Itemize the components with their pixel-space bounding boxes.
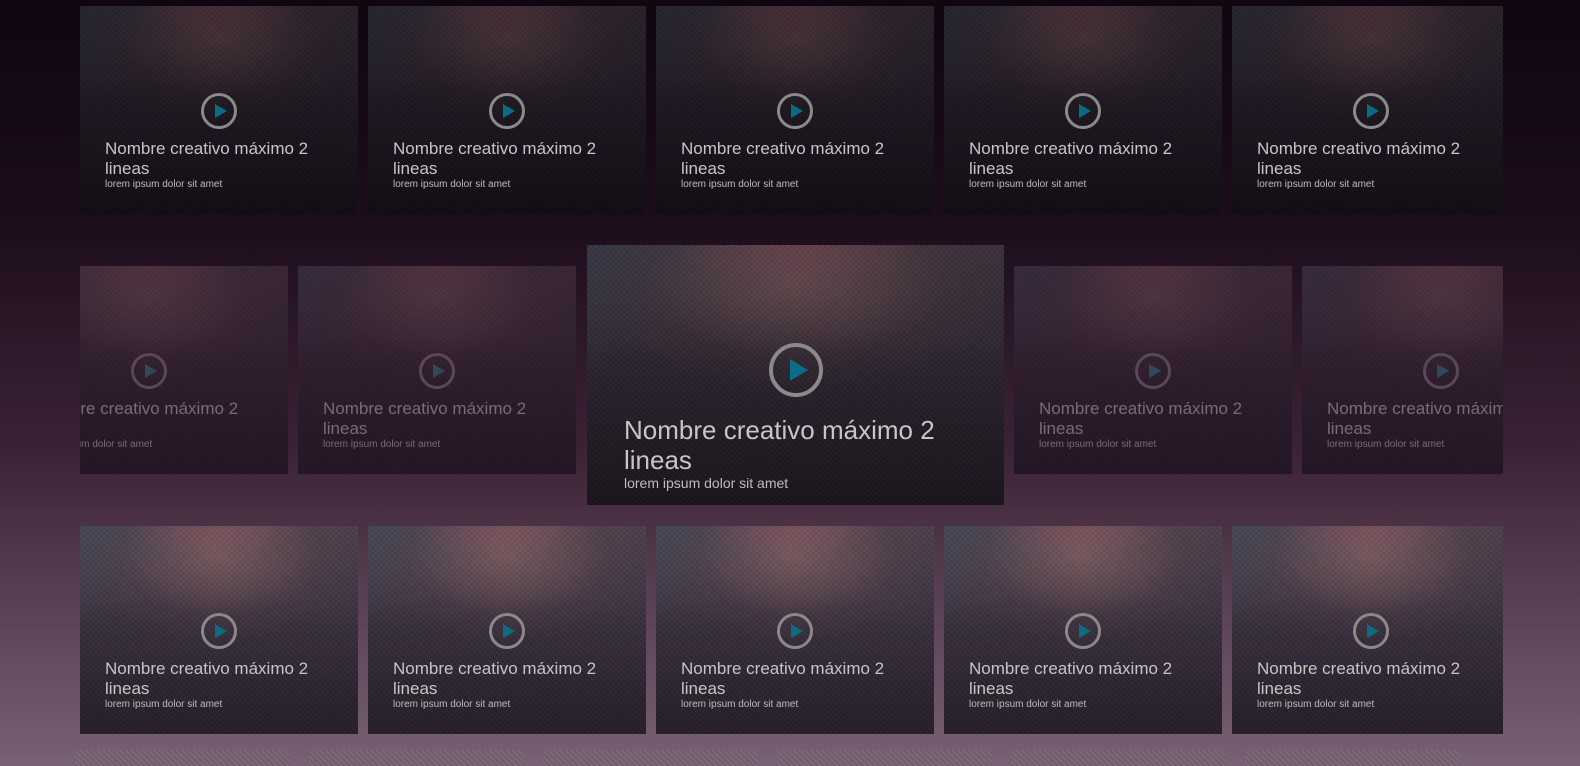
video-card[interactable]: Nombre creativo máximo 2 lineas lorem ip… [1232, 6, 1503, 214]
video-title: Nombre creativo máximo 2 lineas [1327, 399, 1503, 438]
video-title: Nombre creativo máximo 2 lineas [323, 399, 527, 438]
video-card[interactable]: Nombre creativo máximo 2 lineas lorem ip… [656, 6, 934, 214]
video-title: Nombre creativo máximo 2 lineas [105, 139, 309, 178]
video-title: Nombre creativo máximo 2 lineas [1257, 139, 1461, 178]
video-thumbnail-peek[interactable] [75, 750, 290, 766]
video-subtitle: lorem ipsum dolor sit amet [681, 699, 799, 710]
video-subtitle: lorem ipsum dolor sit amet [969, 179, 1087, 190]
play-icon[interactable] [131, 353, 167, 389]
video-thumbnail-peek[interactable] [309, 750, 524, 766]
video-card[interactable]: Nombre creativo máximo 2 lineas lorem ip… [80, 526, 358, 734]
video-row-next-peek [75, 750, 1505, 766]
video-title: Nombre creativo máximo 2 lineas [80, 399, 239, 418]
play-icon[interactable] [777, 613, 813, 649]
video-thumbnail-peek[interactable] [1011, 750, 1226, 766]
video-subtitle: lorem ipsum dolor sit amet [105, 179, 223, 190]
play-icon[interactable] [1353, 613, 1389, 649]
video-title: Nombre creativo máximo 2 lineas [105, 659, 309, 698]
video-card[interactable]: Nombre creativo máximo 2 lineas lorem ip… [656, 526, 934, 734]
video-card[interactable]: Nombre creativo máximo 2 lineas lorem ip… [944, 526, 1222, 734]
play-icon[interactable] [419, 353, 455, 389]
play-icon[interactable] [1423, 353, 1459, 389]
featured-video-subtitle: lorem ipsum dolor sit amet [624, 475, 789, 491]
video-row-bottom: Nombre creativo máximo 2 lineas lorem ip… [80, 526, 1503, 734]
video-title: Nombre creativo máximo 2 lineas [969, 659, 1173, 698]
video-card[interactable]: Nombre creativo máximo 2 lineas lorem ip… [298, 266, 576, 474]
video-card[interactable]: Nombre creativo máximo 2 lineas lorem ip… [80, 266, 288, 474]
video-subtitle: lorem ipsum dolor sit amet [1039, 439, 1157, 450]
video-subtitle: lorem ipsum dolor sit amet [1257, 179, 1375, 190]
video-thumbnail-peek[interactable] [1245, 750, 1460, 766]
video-subtitle: lorem ipsum dolor sit amet [323, 439, 441, 450]
play-icon[interactable] [1135, 353, 1171, 389]
play-icon[interactable] [1065, 93, 1101, 129]
video-card[interactable]: Nombre creativo máximo 2 lineas lorem ip… [368, 6, 646, 214]
video-card[interactable]: Nombre creativo máximo 2 lineas lorem ip… [1232, 526, 1503, 734]
video-card[interactable]: Nombre creativo máximo 2 lineas lorem ip… [1014, 266, 1292, 474]
video-thumbnail-peek[interactable] [777, 750, 992, 766]
video-card[interactable]: Nombre creativo máximo 2 lineas lorem ip… [1302, 266, 1503, 474]
play-icon[interactable] [1065, 613, 1101, 649]
video-card[interactable]: Nombre creativo máximo 2 lineas lorem ip… [944, 6, 1222, 214]
video-subtitle: lorem ipsum dolor sit amet [105, 699, 223, 710]
video-title: Nombre creativo máximo 2 lineas [393, 659, 597, 698]
video-thumbnail-peek[interactable] [543, 750, 758, 766]
video-title: Nombre creativo máximo 2 lineas [1039, 399, 1243, 438]
video-subtitle: lorem ipsum dolor sit amet [393, 179, 511, 190]
video-title: Nombre creativo máximo 2 lineas [393, 139, 597, 178]
play-icon[interactable] [777, 93, 813, 129]
video-subtitle: lorem ipsum dolor sit amet [681, 179, 799, 190]
video-title: Nombre creativo máximo 2 lineas [1257, 659, 1461, 698]
video-subtitle: lorem ipsum dolor sit amet [393, 699, 511, 710]
video-carousel: Nombre creativo máximo 2 lineas lorem ip… [80, 245, 1503, 507]
play-icon[interactable] [489, 93, 525, 129]
featured-video-title: Nombre creativo máximo 2 lineas [624, 415, 935, 475]
play-icon[interactable] [201, 613, 237, 649]
video-subtitle: lorem ipsum dolor sit amet [1327, 439, 1445, 450]
featured-video-card[interactable]: Nombre creativo máximo 2 lineas lorem ip… [587, 245, 1004, 505]
video-card[interactable]: Nombre creativo máximo 2 lineas lorem ip… [80, 6, 358, 214]
video-title: Nombre creativo máximo 2 lineas [681, 139, 885, 178]
video-row-top: Nombre creativo máximo 2 lineas lorem ip… [80, 6, 1503, 214]
play-icon[interactable] [1353, 93, 1389, 129]
video-subtitle: lorem ipsum dolor sit amet [80, 439, 153, 450]
video-subtitle: lorem ipsum dolor sit amet [969, 699, 1087, 710]
video-subtitle: lorem ipsum dolor sit amet [1257, 699, 1375, 710]
play-icon[interactable] [201, 93, 237, 129]
play-icon[interactable] [768, 343, 823, 397]
video-card[interactable]: Nombre creativo máximo 2 lineas lorem ip… [368, 526, 646, 734]
video-title: Nombre creativo máximo 2 lineas [681, 659, 885, 698]
video-title: Nombre creativo máximo 2 lineas [969, 139, 1173, 178]
play-icon[interactable] [489, 613, 525, 649]
